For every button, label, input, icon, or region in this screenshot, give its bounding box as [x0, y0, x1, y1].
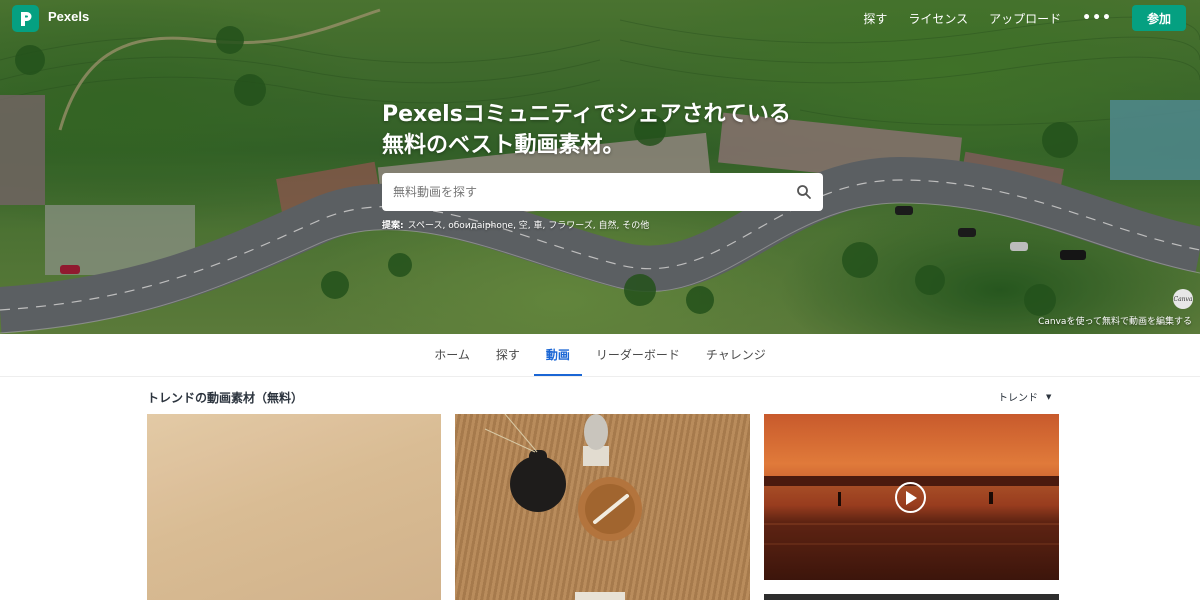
- section-title: トレンドの動画素材（無料）: [147, 391, 304, 405]
- pexels-logo-icon[interactable]: [12, 5, 39, 32]
- nav-link-license[interactable]: ライセンス: [908, 10, 968, 27]
- search-suggestions: 提案: スペース, обоидаiphone, 空, 車, フラワーズ, 自然, …: [382, 218, 649, 231]
- suggestions-label: 提案:: [382, 221, 404, 231]
- sort-label[interactable]: トレンド: [998, 389, 1038, 404]
- more-menu-icon[interactable]: •••: [1082, 10, 1112, 26]
- tab-challenges[interactable]: チャレンジ: [694, 334, 778, 376]
- video-thumbnail: [484, 414, 642, 600]
- canva-edit-link[interactable]: Canvaを使って無料で動画を編集する: [1038, 314, 1192, 327]
- brand-name[interactable]: Pexels: [48, 9, 89, 24]
- hero-title-line-1: Pexelsコミュニティでシェアされている: [382, 102, 791, 127]
- video-card[interactable]: [455, 414, 750, 600]
- tab-explore[interactable]: 探す: [484, 334, 532, 376]
- search-input[interactable]: [393, 185, 783, 199]
- canva-logo-icon[interactable]: Canva: [1173, 289, 1193, 309]
- suggestion-links[interactable]: スペース, обоидаiphone, 空, 車, フラワーズ, 自然, その他: [408, 221, 650, 231]
- join-button[interactable]: 参加: [1132, 5, 1186, 31]
- top-nav: 探す ライセンス アップロード ••• 参加: [863, 5, 1186, 31]
- hero-banner: Pexels 探す ライセンス アップロード ••• 参加 Pexelsコミュニ…: [0, 0, 1200, 334]
- sort-dropdown[interactable]: トレンド ▼: [998, 389, 1051, 405]
- search-icon[interactable]: [796, 184, 812, 200]
- main-tabs: ホーム 探す 動画 リーダーボード チャレンジ: [0, 334, 1200, 377]
- video-card[interactable]: [764, 414, 1059, 580]
- chevron-down-icon[interactable]: ▼: [1046, 393, 1051, 401]
- hero-title: Pexelsコミュニティでシェアされている 無料のベスト動画素材。: [382, 99, 842, 161]
- search-bar[interactable]: [382, 173, 823, 211]
- hero-title-line-2: 無料のベスト動画素材。: [382, 133, 625, 158]
- nav-link-upload[interactable]: アップロード: [989, 10, 1061, 27]
- tab-leaderboard[interactable]: リーダーボード: [584, 334, 692, 376]
- play-icon[interactable]: [895, 482, 926, 513]
- video-thumbnail: [147, 414, 441, 600]
- nav-link-explore[interactable]: 探す: [863, 10, 887, 27]
- video-card[interactable]: [764, 594, 1059, 600]
- tab-videos[interactable]: 動画: [533, 334, 582, 376]
- hero-overlay: [0, 0, 1200, 334]
- tab-home[interactable]: ホーム: [422, 334, 482, 376]
- video-card[interactable]: [147, 414, 441, 600]
